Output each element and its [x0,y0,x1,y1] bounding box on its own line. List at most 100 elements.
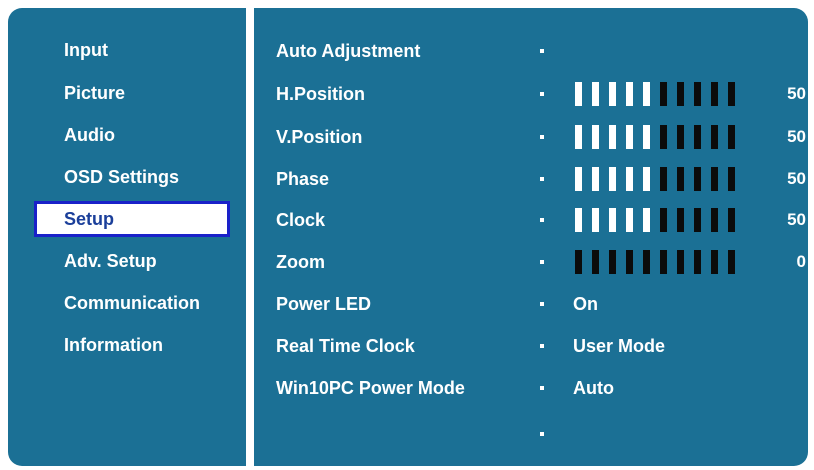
level-value: 50 [787,127,806,146]
level-segment [575,208,582,232]
level-segment [711,208,718,232]
level-segment [575,125,582,149]
setting-row-v-position[interactable]: V.Position 50 [276,119,806,155]
level-segment [694,208,701,232]
setting-row-win10pc-power-mode[interactable]: Win10PC Power Mode Auto [276,370,806,406]
level-segment [711,250,718,274]
level-segment [660,82,667,106]
setting-label: Win10PC Power Mode [276,378,465,398]
level-segment [626,250,633,274]
level-bar[interactable] [575,82,765,106]
menu-item-osd-settings[interactable]: OSD Settings [34,159,230,195]
level-segment [677,250,684,274]
bullet-dot [540,344,544,348]
setting-label: Phase [276,169,330,189]
level-bar[interactable] [575,125,765,149]
setting-row-clock[interactable]: Clock 50 [276,202,806,238]
bullet-dot [540,135,544,139]
level-segment [677,208,684,232]
level-segment [609,167,616,191]
menu-item-communication[interactable]: Communication [34,285,230,321]
level-segment [728,208,735,232]
panel-divider [246,8,254,466]
level-segment [694,82,701,106]
level-segment [643,82,650,106]
level-segment [643,208,650,232]
bullet-dot [540,432,544,436]
level-bar[interactable] [575,250,765,274]
bullet-dot [540,49,544,53]
setting-label: H.Position [276,84,365,104]
level-bar[interactable] [575,208,765,232]
level-segment [592,82,599,106]
level-segment [592,208,599,232]
level-segment [626,208,633,232]
level-bar[interactable] [575,167,765,191]
level-segment [626,125,633,149]
level-segment [677,125,684,149]
level-segment [626,167,633,191]
bullet-dot [540,177,544,181]
setting-value: User Mode [573,336,666,356]
setting-row-h-position[interactable]: H.Position 50 [276,76,806,112]
level-segment [694,250,701,274]
setting-label: Real Time Clock [276,336,415,356]
bullet-dot [540,92,544,96]
setting-row-phase[interactable]: Phase 50 [276,161,806,197]
level-segment [609,125,616,149]
level-segment [677,82,684,106]
level-value: 50 [787,84,806,103]
level-segment [609,250,616,274]
setting-label: Clock [276,210,326,230]
level-segment [694,125,701,149]
setting-row-real-time-clock[interactable]: Real Time Clock User Mode [276,328,806,364]
level-segment [643,125,650,149]
level-segment [728,82,735,106]
level-segment [592,167,599,191]
level-segment [728,167,735,191]
level-segment [660,167,667,191]
level-segment [711,82,718,106]
bullet-dot [540,302,544,306]
level-segment [609,208,616,232]
level-segment [728,125,735,149]
setting-label: Zoom [276,252,325,272]
menu-item-input[interactable]: Input [34,32,230,68]
setting-row-zoom[interactable]: Zoom 0 [276,244,806,280]
level-segment [694,167,701,191]
menu-item-adv-setup[interactable]: Adv. Setup [34,243,230,279]
setting-value: On [573,294,598,314]
setting-value: Auto [573,378,614,398]
setting-label: V.Position [276,127,363,147]
level-segment [592,250,599,274]
level-segment [728,250,735,274]
level-value: 50 [787,169,806,188]
level-segment [643,167,650,191]
level-segment [711,125,718,149]
level-segment [626,82,633,106]
level-segment [711,167,718,191]
menu-item-setup[interactable]: Setup [34,201,230,237]
menu-item-audio[interactable]: Audio [34,117,230,153]
bullet-dot [540,260,544,264]
menu-item-information[interactable]: Information [34,327,230,363]
setting-row-power-led[interactable]: Power LED On [276,286,806,322]
setting-label: Auto Adjustment [276,41,421,61]
bullet-dot [540,386,544,390]
level-segment [575,82,582,106]
level-segment [660,125,667,149]
level-segment [575,250,582,274]
level-segment [643,250,650,274]
level-segment [575,167,582,191]
level-value: 0 [796,252,806,271]
level-value: 50 [787,210,806,229]
level-segment [609,82,616,106]
setting-row-auto-adjustment[interactable]: Auto Adjustment [276,33,806,69]
menu-item-picture[interactable]: Picture [34,75,230,111]
osd-panel: Input Picture Audio OSD Settings Setup A… [8,8,808,466]
setting-label: Power LED [276,294,372,314]
level-segment [592,125,599,149]
level-segment [660,208,667,232]
level-segment [677,167,684,191]
level-segment [660,250,667,274]
